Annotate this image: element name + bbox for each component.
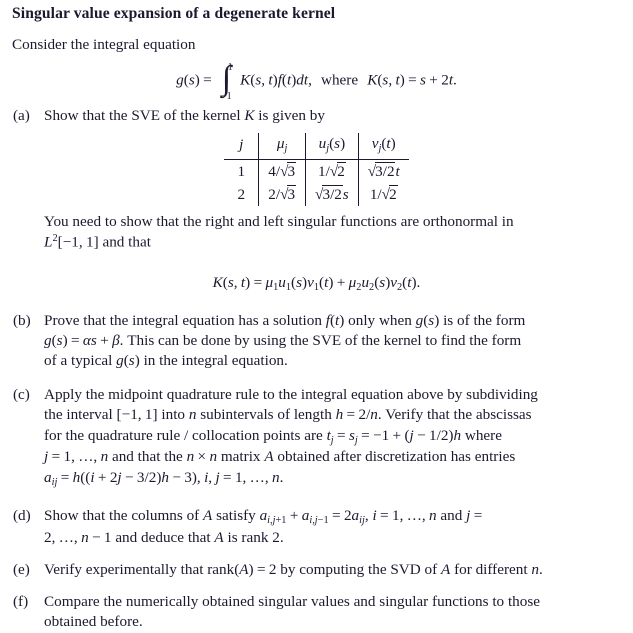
integral-lower-limit: −1 [221, 90, 232, 102]
display-equation-kernel-expansion: K(s, t) = μ1u1(s)v1(t) + μ2u2(s)v2(t). [212, 273, 421, 293]
integral-upper-limit: 1 [227, 61, 233, 73]
item-marker-a: (a) [13, 107, 30, 125]
lead-paragraph: Consider the integral equation [12, 35, 196, 53]
item-a-continuation: You need to show that the right and left… [0, 212, 633, 253]
list-item-f: (f) Compare the numerically obtained sin… [0, 592, 633, 632]
item-a-intro: Show that the SVE of the kernel K is giv… [44, 107, 325, 125]
cell-j-1: 1 [224, 159, 260, 184]
item-a-after-line1: You need to show that the right and left… [44, 213, 514, 231]
item-b-line3: of a typical g(s) in the integral equati… [44, 352, 288, 369]
item-c-line4: j = 1,…, n and that the n × n matrix A obtain… [44, 448, 516, 466]
table-header-j: j [224, 133, 260, 160]
item-marker-f: (f) [13, 593, 29, 611]
cell-v-1: √3/2t [367, 161, 400, 180]
list-item-c: (c) Apply the midpoint quadrature rule t… [0, 385, 633, 489]
document-page: Singular value expansion of a degenerate… [0, 4, 633, 630]
item-d-line2: 2,…, n −1 and deduce that A is rank 2. [44, 528, 284, 546]
cell-j-2: 2 [224, 183, 260, 207]
list-item-b: (b) Prove that the integral equation has… [0, 311, 633, 372]
item-c-line1: Apply the midpoint quadrature rule to th… [44, 386, 538, 404]
table-header-row: j μj uj(s) vj(t) [224, 133, 409, 160]
cell-v-2: 1/√2 [369, 184, 398, 203]
item-c-line2: the interval [−1, 1] into n subintervals … [44, 406, 532, 424]
item-b-line2: g(s) = αs + β. This can be done by using the… [44, 331, 522, 349]
cell-u-1: 1/√2 [305, 159, 359, 184]
cell-u-2: √3/2s [305, 183, 359, 207]
integral-sign: ∫ 1 −1 [221, 59, 233, 102]
table-row: 1 4/√3 1/√2 √3/2t [224, 159, 408, 184]
item-d-line1: Show that the columns of A satisfy ai,j+… [44, 507, 483, 527]
sve-table: j μj uj(s) vj(t) 1 4/√3 1/√2 √3/2t 2 2/√… [224, 133, 409, 207]
table-header-mu: μj [258, 133, 307, 160]
cell-mu-2: 2/√3 [258, 183, 307, 207]
item-marker-d: (d) [13, 507, 31, 525]
table-row: 2 2/√3 √3/2s 1/√2 [224, 183, 408, 207]
item-marker-b: (b) [13, 311, 31, 329]
item-marker-e: (e) [13, 561, 30, 579]
item-c-line3: for the quadrature rule / collocation po… [44, 426, 502, 446]
item-b-line1: Prove that the integral equation has a s… [44, 311, 526, 329]
list-item-d: (d) Show that the columns of A satisfy a… [0, 506, 633, 548]
display-equation-integral: g(s) = ∫ 1 −1 K(s, t)f(t)dt, where K(s, t) = s +2t. [176, 59, 457, 102]
item-c-line5: aij = h((i +2j −3/2)h −3), i, j = 1,…, n. [44, 468, 284, 488]
item-f-line1: Compare the numerically obtained singula… [44, 593, 541, 611]
sve-table-container: j μj uj(s) vj(t) 1 4/√3 1/√2 √3/2t 2 2/√… [0, 133, 633, 207]
list-item-e: (e) Verify experimentally that rank(A) = 2… [0, 560, 633, 580]
item-marker-c: (c) [13, 386, 30, 404]
list-item-a: (a) Show that the SVE of the kernel K is… [0, 106, 633, 126]
item-a-after-line2: L2[−1, 1] and that [44, 233, 151, 251]
cell-mu-1: 4/√3 [258, 159, 307, 184]
table-header-v: vj(t) [371, 135, 396, 155]
item-e-line1: Verify experimentally that rank(A) = 2 by … [44, 561, 543, 579]
table-header-u: uj(s) [305, 133, 359, 160]
page-title: Singular value expansion of a degenerate… [12, 5, 336, 22]
item-f-line2: obtained before. [44, 613, 143, 631]
